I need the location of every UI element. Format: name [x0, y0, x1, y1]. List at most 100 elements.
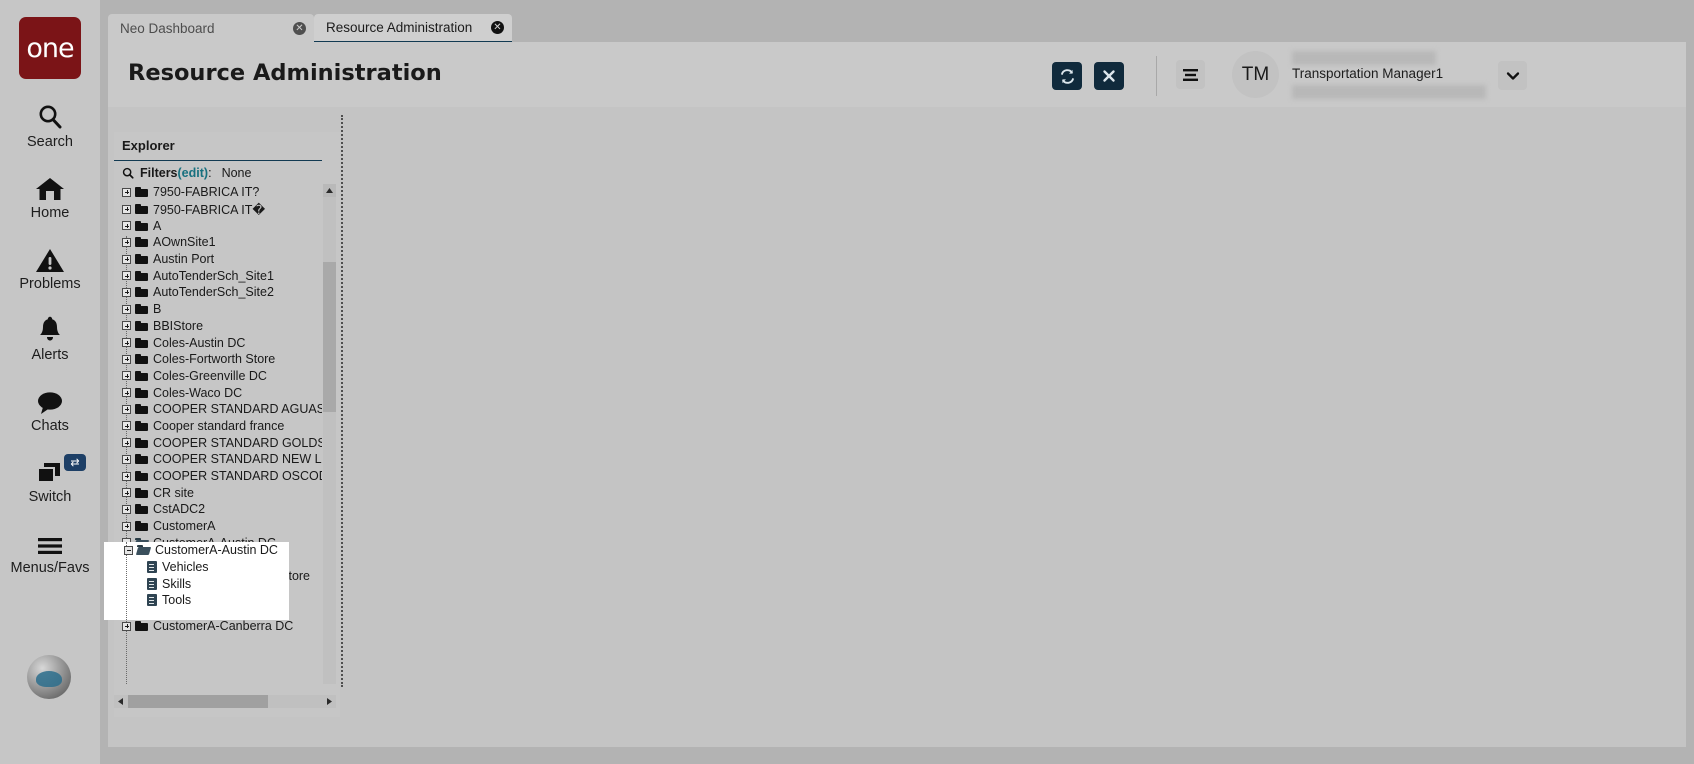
user-dropdown-button[interactable] — [1498, 61, 1527, 90]
expand-icon[interactable] — [122, 404, 131, 414]
folder-icon — [135, 487, 148, 498]
vertical-scroll-thumb[interactable] — [323, 262, 336, 412]
tree-item-child[interactable]: Vehicles — [104, 559, 289, 576]
folder-icon — [135, 437, 148, 448]
caret-right-icon[interactable] — [323, 695, 336, 708]
expand-icon[interactable] — [122, 287, 131, 297]
sidebar-item-chats[interactable]: Chats — [0, 385, 100, 434]
sidebar-item-home[interactable]: Home — [0, 172, 100, 221]
tree-item[interactable]: Cooper standard france — [114, 418, 322, 435]
caret-up-icon[interactable] — [323, 184, 336, 197]
search-icon — [122, 167, 134, 179]
expand-icon[interactable] — [122, 488, 131, 498]
sidebar-item-label: Chats — [31, 418, 69, 434]
tree-item[interactable]: CustomerA — [114, 518, 322, 535]
expand-icon[interactable] — [122, 471, 131, 481]
expand-icon[interactable] — [122, 388, 131, 398]
home-icon — [35, 172, 65, 202]
tree-item[interactable]: Austin Port — [114, 251, 322, 268]
close-button[interactable] — [1094, 62, 1124, 90]
tab-resource-administration[interactable]: Resource Administration ✕ — [314, 14, 512, 43]
expand-icon[interactable] — [122, 338, 131, 348]
tree-item[interactable]: CustomerA-Canberra DC — [114, 618, 322, 635]
brand-logo-text: one — [26, 32, 74, 64]
expand-icon[interactable] — [122, 271, 131, 281]
sidebar-item-menus-favs[interactable]: Menus/Favs — [0, 527, 100, 576]
tree-item-label: COOPER STANDARD OSCODA — [153, 469, 322, 484]
explorer-title: Explorer — [122, 138, 175, 153]
tree-vertical-scrollbar[interactable] — [323, 184, 336, 684]
filters-edit-link[interactable]: (edit) — [178, 166, 209, 180]
close-icon[interactable]: ✕ — [491, 21, 504, 34]
tree-item[interactable]: BBIStore — [114, 318, 322, 335]
user-info-block: Transportation Manager1 — [1288, 51, 1486, 99]
tab-neo-dashboard[interactable]: Neo Dashboard ✕ — [108, 14, 314, 43]
expand-icon[interactable] — [122, 454, 131, 464]
tree-item[interactable]: A — [114, 217, 322, 234]
avatar[interactable]: TM — [1232, 51, 1279, 98]
tree-item-label: AutoTenderSch_Site2 — [153, 285, 274, 300]
tree-item-child[interactable]: Skills — [104, 575, 289, 592]
expand-icon[interactable] — [122, 254, 131, 264]
tree-item-label: 7950-FABRICA IT� — [153, 202, 266, 217]
tab-label: Resource Administration — [326, 20, 473, 35]
expand-icon[interactable] — [122, 421, 131, 431]
expand-icon[interactable] — [122, 221, 131, 231]
header-menu-button[interactable] — [1176, 60, 1205, 89]
tree-item-selected[interactable]: CustomerA-Austin DC — [104, 542, 289, 559]
expand-icon[interactable] — [122, 354, 131, 364]
folder-open-icon — [137, 545, 150, 555]
sidebar-item-switch[interactable]: ⇄ Switch — [0, 454, 100, 505]
panel-splitter[interactable] — [341, 115, 343, 687]
tree-item[interactable]: Coles-Greenville DC — [114, 368, 322, 385]
caret-left-icon[interactable] — [114, 695, 127, 708]
expand-icon[interactable] — [122, 321, 131, 331]
tree-item[interactable]: COOPER STANDARD OSCODA — [114, 468, 322, 485]
switch-badge[interactable]: ⇄ — [64, 454, 86, 471]
tree-item-label: COOPER STANDARD AGUAS SEAL — [153, 402, 322, 417]
tree-item[interactable]: Coles-Austin DC — [114, 334, 322, 351]
expand-icon[interactable] — [122, 371, 131, 381]
tree-item[interactable]: B — [114, 301, 322, 318]
tree-item[interactable]: AOwnSite1 — [114, 234, 322, 251]
tree-item[interactable]: COOPER STANDARD AGUAS SEAL — [114, 401, 322, 418]
expand-icon[interactable] — [122, 237, 131, 247]
expand-icon[interactable] — [122, 187, 131, 197]
tree-item[interactable]: COOPER STANDARD NEW LEXING — [114, 451, 322, 468]
expand-icon[interactable] — [122, 521, 131, 531]
sidebar-item-search[interactable]: Search — [0, 101, 100, 150]
sidebar-item-problems[interactable]: Problems — [0, 243, 100, 292]
expand-icon[interactable] — [122, 304, 131, 314]
folder-icon — [135, 404, 148, 415]
close-icon — [1102, 69, 1116, 83]
horizontal-scroll-thumb[interactable] — [128, 695, 268, 708]
user-avatar-rail[interactable] — [27, 655, 71, 699]
tree-item[interactable]: CR site — [114, 484, 322, 501]
windows-icon — [35, 456, 65, 486]
expand-icon[interactable] — [122, 204, 131, 214]
tree-item[interactable]: 7950-FABRICA IT? — [114, 184, 322, 201]
refresh-button[interactable] — [1052, 62, 1082, 90]
tree-item[interactable]: Coles-Fortworth Store — [114, 351, 322, 368]
document-icon — [147, 594, 157, 607]
tree-item[interactable]: AutoTenderSch_Site1 — [114, 267, 322, 284]
brand-logo[interactable]: one — [19, 17, 81, 79]
tree-item[interactable]: COOPER STANDARD GOLDSBORO — [114, 434, 322, 451]
collapse-icon[interactable] — [124, 545, 133, 555]
avatar-initials: TM — [1241, 63, 1270, 85]
tree-item[interactable]: CstADC2 — [114, 501, 322, 518]
expand-icon[interactable] — [122, 621, 131, 631]
sidebar-item-alerts[interactable]: Alerts — [0, 314, 100, 363]
tree-item[interactable]: Coles-Waco DC — [114, 384, 322, 401]
close-icon[interactable]: ✕ — [293, 22, 306, 35]
redacted-bar-bottom — [1292, 85, 1486, 99]
folder-icon — [135, 304, 148, 315]
tree-item-child[interactable]: Tools — [104, 592, 289, 609]
tab-strip: Neo Dashboard ✕ Resource Administration … — [108, 14, 512, 43]
tree-item[interactable]: AutoTenderSch_Site2 — [114, 284, 322, 301]
main-detail-pane — [346, 115, 1680, 687]
expand-icon[interactable] — [122, 438, 131, 448]
expand-icon[interactable] — [122, 504, 131, 514]
tree-horizontal-scrollbar[interactable] — [114, 695, 336, 708]
tree-item[interactable]: 7950-FABRICA IT� — [114, 201, 322, 218]
